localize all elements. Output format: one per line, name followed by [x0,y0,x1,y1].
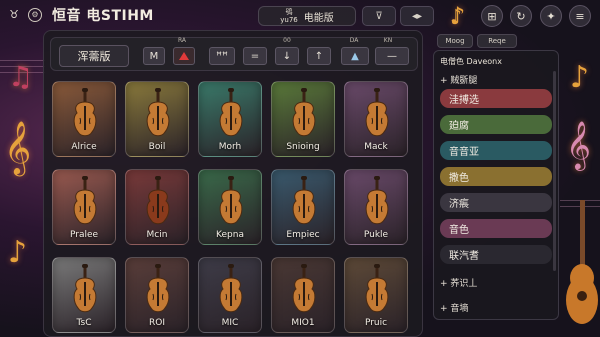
sound-list-item[interactable]: 音音亚 [440,141,552,160]
violin-icon [67,264,103,316]
refresh-icon[interactable]: ↻ [510,5,532,27]
sound-list-item[interactable]: 音色 [440,219,552,238]
instrument-tile[interactable]: Empiec [271,169,335,245]
preset-button[interactable]: 浑薷版 [59,45,129,67]
violin-icon [140,176,176,228]
app-title: 恒音 电STIHM [52,8,154,24]
violin-icon [213,176,249,228]
instrument-name: Kepna [216,230,244,240]
instrument-name: ROI [149,318,165,328]
section-header[interactable]: + 贼斵腿 [440,73,477,86]
violin-icon [213,88,249,140]
instrument-name: TsC [76,318,92,328]
violin-icon [67,176,103,228]
instrument-name: Morh [218,142,242,152]
section-header[interactable]: + 荞识丄 [440,276,477,289]
settings-icon[interactable]: ⚙ [28,8,42,22]
instrument-name: Boil [148,142,166,152]
instrument-tile[interactable]: Pralee [52,169,116,245]
top-bar: ♉ ⚙ 恒音 电STIHM 鸮 yu76 电能版 ⊽ ◂▸ ♪ ⊞ ↻ ✦ ≡ [0,0,600,30]
instrument-name: Alrice [71,142,97,152]
music-note-icon: ♪ [570,60,590,95]
instrument-tile[interactable]: Snioing [271,81,335,157]
violin-icon [67,88,103,140]
up-arrow-button[interactable]: ↑ [307,47,331,65]
instrument-tile[interactable]: ROI [125,257,189,333]
tab-reqe[interactable]: Reqe [477,34,517,48]
instrument-name: Pruic [364,318,388,328]
instrument-tile[interactable]: MIO1 [271,257,335,333]
violin-icon [359,88,395,140]
sound-list-item[interactable]: 撒色 [440,167,552,186]
instrument-tile[interactable]: Kepna [198,169,262,245]
violin-icon [140,264,176,316]
music-note-icon: ♫ [8,60,34,93]
instrument-name: MIC [221,318,239,328]
instrument-tile[interactable]: Pukle [344,169,408,245]
toolbar: 浑薷版 M RA ꟸꟸ = 00 ↓ ↑ DA ▲ KN — [50,37,418,71]
tool-caption: KN [383,37,393,44]
instrument-tile[interactable]: Alrice [52,81,116,157]
instrument-tile[interactable]: MIC [198,257,262,333]
filter-button[interactable]: ⊽ [362,6,396,26]
violin-icon [359,176,395,228]
tab-moog[interactable]: Moog [437,34,473,48]
instrument-tile[interactable]: Boil [125,81,189,157]
menu-icon[interactable]: ≡ [569,5,591,27]
mono-button[interactable]: M [143,47,165,65]
music-note-icon: ♪ [8,235,28,270]
record-button[interactable] [173,47,195,65]
instrument-tile[interactable]: Mcin [125,169,189,245]
tool-caption: RA [177,37,187,44]
treble-clef-icon: 𝄞 [4,120,32,174]
instrument-name: Pukle [363,230,389,240]
violin-icon [140,88,176,140]
violin-icon [286,264,322,316]
instrument-tile[interactable]: TsC [52,257,116,333]
sound-list-item[interactable]: 联汽耆 [440,245,552,264]
tool-caption: DA [349,37,359,44]
instrument-name: Mcin [146,230,168,240]
sound-list-panel: 电僧色 Daveonx + 贼斵腿 洼搏选廹腐音音亚撒色济痮音色联汽耆 + 荞识… [433,50,559,320]
sound-list-item[interactable]: 济痮 [440,193,552,212]
violin-icon [286,88,322,140]
violin-icon [359,264,395,316]
instrument-name: Pralee [69,230,99,240]
guitar-icon [566,200,598,324]
panel-title: 电僧色 Daveonx [440,57,502,66]
section-header[interactable]: + 音墒 [440,301,468,314]
scrollbar[interactable] [553,71,556,271]
instrument-name: Mack [364,142,388,152]
instrument-tile[interactable]: Mack [344,81,408,157]
up-triangle-button[interactable]: ▲ [341,47,369,65]
sound-list-item[interactable]: 廹腐 [440,115,552,134]
mode-label: 电能版 [303,12,334,24]
app-icon[interactable]: ♉ [6,8,22,22]
minus-button[interactable]: — [375,47,409,65]
tool-caption: 00 [283,37,291,44]
mode-caption: 鸮 yu76 [280,8,298,24]
sharp-button[interactable]: ꟸꟸ [209,47,235,65]
instrument-panel: 浑薷版 M RA ꟸꟸ = 00 ↓ ↑ DA ▲ KN — Alrice Bo… [43,30,423,337]
sound-list-item[interactable]: 洼搏选 [440,89,552,108]
effects-icon[interactable]: ✦ [540,5,562,27]
violin-icon [213,264,249,316]
instrument-name: MIO1 [291,318,315,328]
mode-selector[interactable]: 鸮 yu76 电能版 [258,6,356,26]
trash-icon[interactable]: ⊞ [481,5,503,27]
treble-clef-icon: 𝄞 [566,120,591,169]
instrument-name: Snioing [286,142,320,152]
transport-button[interactable]: ◂▸ [400,6,434,26]
equal-button[interactable]: = [243,47,267,65]
instrument-tile[interactable]: Pruic [344,257,408,333]
violin-icon [286,176,322,228]
down-arrow-button[interactable]: ↓ [275,47,299,65]
instrument-name: Empiec [286,230,320,240]
instrument-tile[interactable]: Morh [198,81,262,157]
note-icon[interactable]: ♪ [447,5,465,27]
